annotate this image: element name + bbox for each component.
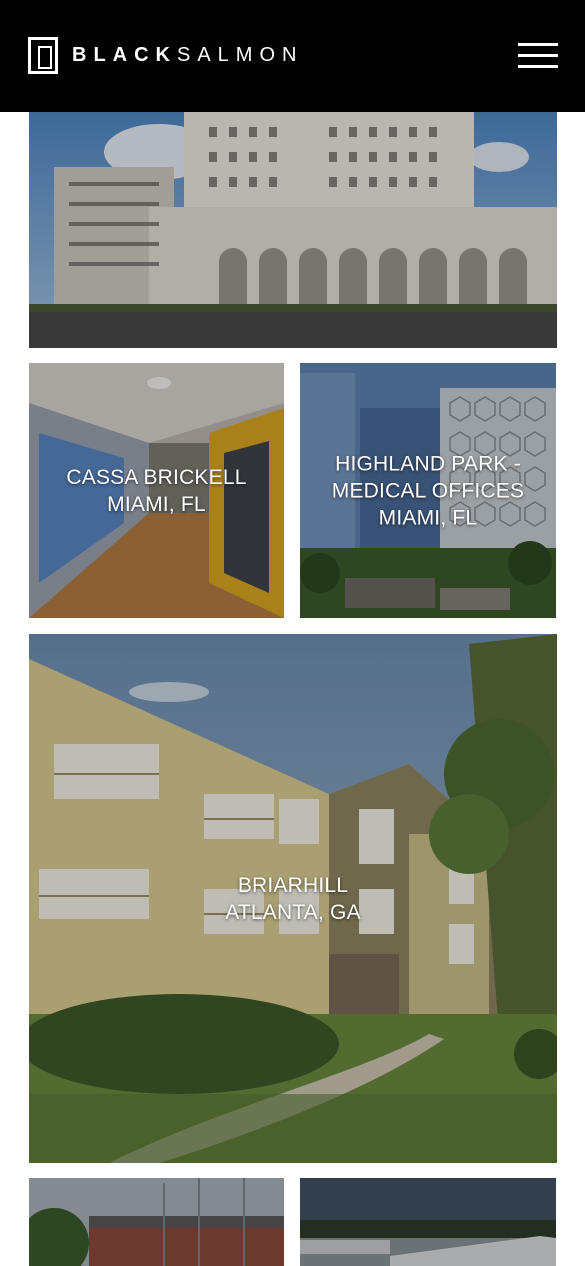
property-tile-highland-park[interactable]: HIGHLAND PARK - MEDICAL OFFICES MIAMI, F… — [300, 363, 556, 618]
property-caption: CASSA BRICKELL MIAMI, FL — [29, 464, 284, 518]
site-header: BLACKSALMON — [0, 0, 585, 112]
property-tile-bottom-left[interactable] — [29, 1178, 284, 1266]
image-overlay — [29, 1178, 284, 1266]
logo-word-salmon: SALMON — [177, 44, 304, 66]
property-caption: HIGHLAND PARK - MEDICAL OFFICES MIAMI, F… — [300, 450, 556, 531]
logo-mark-icon — [28, 37, 58, 74]
property-title: BRIARHILL — [237, 873, 349, 897]
menu-bar — [518, 65, 558, 68]
image-overlay — [29, 112, 557, 348]
property-location: MIAMI, FL — [107, 492, 206, 516]
property-tile-bottom-right[interactable] — [300, 1178, 556, 1266]
menu-bar — [518, 43, 558, 46]
property-title: CASSA BRICKELL — [66, 465, 247, 489]
property-title-line-2: MEDICAL OFFICES — [331, 479, 525, 502]
property-caption: BRIARHILL ATLANTA, GA — [29, 872, 557, 926]
image-overlay — [300, 1178, 556, 1266]
logo-text: BLACKSALMON — [72, 44, 303, 67]
property-tile-top[interactable] — [29, 112, 557, 348]
property-title-line-1: HIGHLAND PARK - — [335, 452, 521, 475]
property-tile-cassa-brickell[interactable]: CASSA BRICKELL MIAMI, FL — [29, 363, 284, 618]
logo-word-black: BLACK — [72, 44, 177, 66]
menu-bar — [518, 54, 558, 57]
property-tile-briarhill[interactable]: BRIARHILL ATLANTA, GA — [29, 634, 557, 1163]
hamburger-menu-icon[interactable] — [518, 43, 558, 69]
property-location: ATLANTA, GA — [225, 900, 361, 924]
property-location: MIAMI, FL — [378, 506, 478, 529]
logo[interactable]: BLACKSALMON — [28, 37, 303, 74]
